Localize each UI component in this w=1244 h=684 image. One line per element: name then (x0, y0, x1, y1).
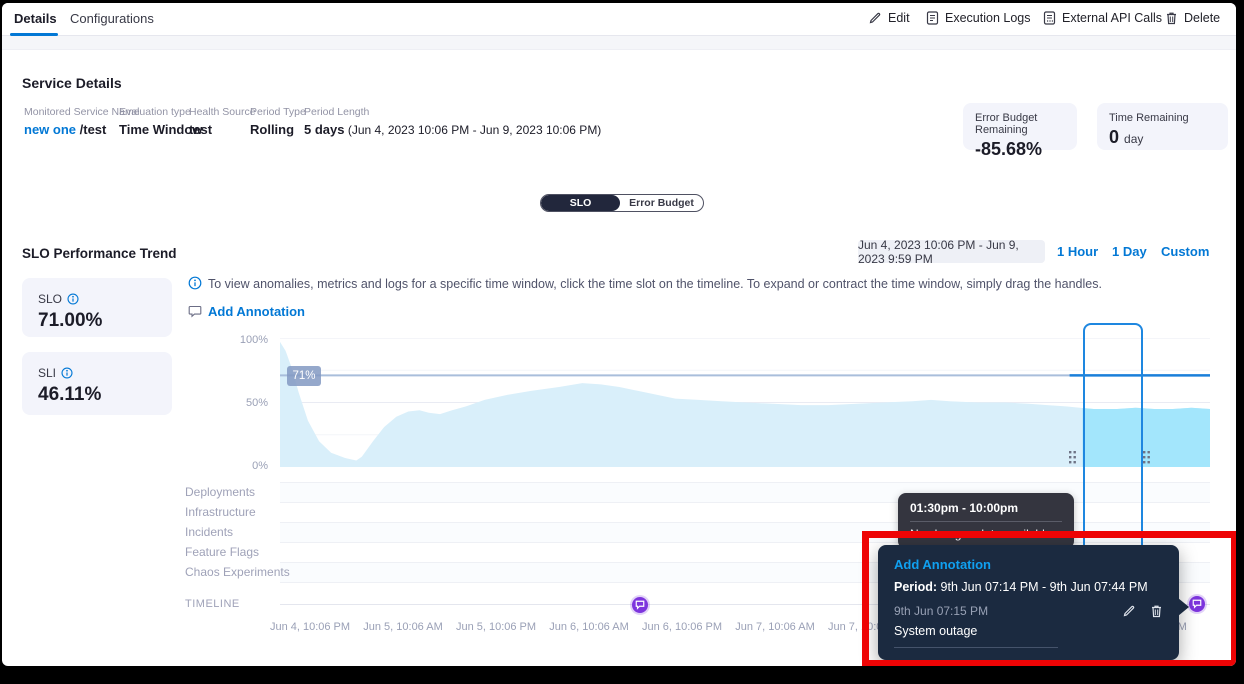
range-1hour-link[interactable]: 1 Hour (1057, 244, 1098, 259)
time-remaining-value: 0 (1109, 127, 1119, 147)
trash-icon (1165, 11, 1178, 25)
time-remaining-card: Time Remaining 0 day (1097, 103, 1228, 150)
pencil-icon (868, 11, 882, 25)
info-icon (188, 276, 202, 290)
field-label: Period Length (304, 106, 601, 118)
info-icon[interactable] (67, 293, 79, 305)
field-value: test (189, 122, 256, 137)
external-api-calls-button[interactable]: External API Calls (1043, 11, 1162, 25)
delete-button[interactable]: Delete (1165, 11, 1220, 25)
range-1day-link[interactable]: 1 Day (1112, 244, 1147, 259)
speech-bubble-icon (635, 600, 645, 610)
slo-trend-area-chart[interactable] (280, 338, 1210, 467)
trend-title: SLO Performance Trend (22, 246, 177, 261)
annotation-popup: Add Annotation Period: 9th Jun 07:14 PM … (878, 545, 1179, 660)
date-range-chip[interactable]: Jun 4, 2023 10:06 PM - Jun 9, 2023 9:59 … (858, 240, 1045, 263)
slo-card: SLO 71.00% (22, 278, 172, 337)
speech-bubble-icon (1192, 599, 1202, 609)
timeline-info-text: To view anomalies, metrics and logs for … (208, 277, 1102, 291)
annotation-marker[interactable] (632, 597, 648, 613)
delete-label: Delete (1184, 11, 1220, 25)
edit-label: Edit (888, 11, 910, 25)
tab-details[interactable]: Details (14, 11, 57, 26)
selection-left-handle[interactable] (1068, 450, 1077, 465)
row-label-feature-flags: Feature Flags (185, 545, 259, 559)
period-length-value: 5 days (304, 122, 344, 137)
add-annotation-link[interactable]: Add Annotation (208, 304, 305, 319)
y-tick-50: 50% (230, 397, 268, 409)
error-budget-remaining-card: Error Budget Remaining -85.68% (963, 103, 1077, 150)
external-api-calls-label: External API Calls (1062, 11, 1162, 25)
x-axis-label: Jun 7, 10:06 AM (735, 621, 815, 633)
row-label-deployments: Deployments (185, 485, 255, 499)
app-window: Details Configurations Edit Execution Lo… (2, 3, 1236, 666)
document-icon (926, 11, 939, 25)
field-period-length: Period Length 5 days (Jun 4, 2023 10:06 … (304, 106, 601, 137)
x-axis-label: Jun 5, 10:06 AM (363, 621, 443, 633)
info-icon[interactable] (61, 367, 73, 379)
execution-logs-button[interactable]: Execution Logs (926, 11, 1030, 25)
error-budget-remaining-value: -85.68% (975, 139, 1065, 160)
edit-button[interactable]: Edit (868, 11, 910, 25)
field-label: Period Type (250, 106, 306, 118)
time-remaining-label: Time Remaining (1109, 112, 1216, 124)
tooltip-message: No changes data available (910, 527, 1062, 541)
screenshot-stage: Details Configurations Edit Execution Lo… (0, 0, 1244, 684)
slo-card-label: SLO (38, 292, 62, 306)
tooltip-divider (910, 521, 1062, 522)
x-axis-label: Jun 5, 10:06 PM (456, 621, 536, 633)
row-label-chaos-experiments: Chaos Experiments (185, 565, 290, 579)
toggle-error-budget[interactable]: Error Budget (620, 195, 703, 211)
field-label: Health Source (189, 106, 256, 118)
edit-annotation-icon[interactable] (1122, 604, 1136, 618)
service-details-title: Service Details (22, 75, 122, 91)
timeline-label: TIMELINE (185, 598, 240, 610)
sli-card: SLI 46.11% (22, 352, 172, 415)
changes-tooltip: 01:30pm - 10:00pm No changes data availa… (898, 493, 1074, 549)
time-remaining-unit: day (1124, 132, 1143, 146)
sli-card-value: 46.11% (38, 384, 156, 406)
popup-annotation-text: System outage (894, 624, 1163, 638)
slo-card-value: 71.00% (38, 310, 156, 332)
popup-period-value: 9th Jun 07:14 PM - 9th Jun 07:44 PM (937, 580, 1148, 594)
field-health-source: Health Source test (189, 106, 256, 137)
popup-add-annotation-link[interactable]: Add Annotation (894, 557, 1163, 572)
error-budget-remaining-label: Error Budget Remaining (975, 112, 1065, 136)
monitored-service-suffix: /test (76, 122, 106, 137)
row-divider (280, 482, 1210, 483)
section-divider-band (2, 36, 1236, 50)
popup-entry-time: 9th Jun 07:15 PM (894, 604, 1122, 618)
y-tick-100: 100% (230, 334, 268, 346)
sli-card-label: SLI (38, 366, 56, 380)
y-tick-0: 0% (230, 460, 268, 472)
row-label-infrastructure: Infrastructure (185, 505, 256, 519)
selection-right-handle[interactable] (1142, 450, 1151, 465)
delete-annotation-icon[interactable] (1150, 604, 1163, 618)
popup-divider (894, 647, 1058, 648)
view-toggle: SLO Error Budget (540, 194, 704, 212)
popup-arrow (1178, 598, 1189, 616)
range-custom-link[interactable]: Custom (1161, 244, 1209, 259)
top-tab-bar: Details Configurations Edit Execution Lo… (2, 3, 1236, 36)
annotation-bubble-icon (188, 304, 202, 318)
tab-configurations[interactable]: Configurations (70, 11, 154, 26)
execution-logs-label: Execution Logs (945, 11, 1030, 25)
x-axis-label: Jun 6, 10:06 AM (549, 621, 629, 633)
tooltip-time-range: 01:30pm - 10:00pm (910, 501, 1062, 515)
field-period-type: Period Type Rolling (250, 106, 306, 137)
monitored-service-link[interactable]: new one (24, 122, 76, 137)
popup-period-label: Period: (894, 580, 937, 594)
row-label-incidents: Incidents (185, 525, 233, 539)
document-icon (1043, 11, 1056, 25)
toggle-slo[interactable]: SLO (541, 195, 620, 211)
x-axis-label: Jun 6, 10:06 PM (642, 621, 722, 633)
annotation-marker-selected[interactable] (1189, 596, 1205, 612)
target-value-chip: 71% (287, 366, 321, 386)
x-axis-label: Jun 4, 10:06 PM (270, 621, 350, 633)
period-length-range: (Jun 4, 2023 10:06 PM - Jun 9, 2023 10:0… (344, 123, 601, 137)
field-value: Rolling (250, 122, 306, 137)
